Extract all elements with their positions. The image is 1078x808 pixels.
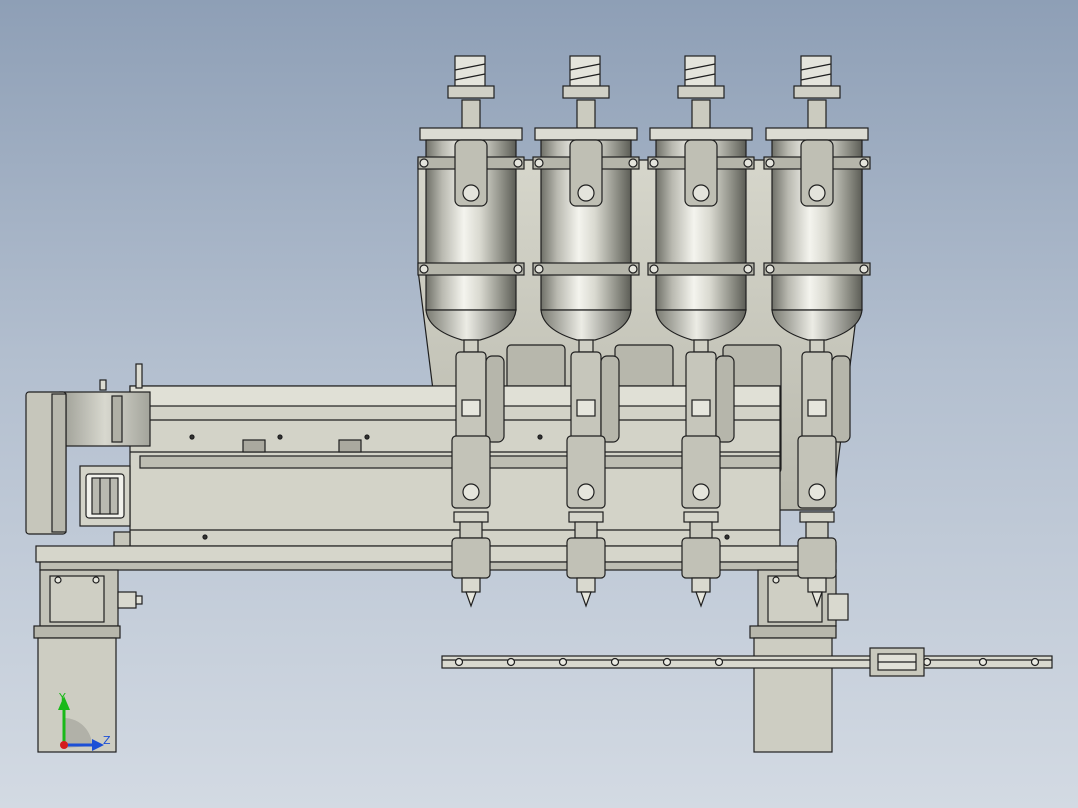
triad-x-origin	[60, 741, 68, 749]
hopper-lid-4	[765, 127, 869, 141]
assembly-drawing[interactable]: Y Z	[0, 0, 1078, 808]
dispense-valve-3	[681, 537, 721, 579]
triad-y-label: Y	[58, 691, 66, 704]
actuator-top-rail	[129, 385, 781, 407]
actuator-clamp-2	[338, 439, 362, 453]
hopper-lid-1	[419, 127, 523, 141]
hopper-lid-2	[534, 127, 638, 141]
right-vertical-motor	[753, 637, 833, 753]
servo-motor-flange	[111, 395, 123, 443]
triad-z-label: Z	[103, 734, 111, 747]
motor-cable-post	[135, 363, 143, 389]
guide-rail	[441, 655, 1053, 669]
dispense-valve-2	[566, 537, 606, 579]
dispense-valve-4	[797, 537, 837, 579]
cad-viewport[interactable]: Y Z	[0, 0, 1078, 808]
servo-motor-body	[59, 391, 151, 447]
hopper-lid-3	[649, 127, 753, 141]
dispense-valve-1	[451, 537, 491, 579]
actuator-clamp-1	[242, 439, 266, 453]
